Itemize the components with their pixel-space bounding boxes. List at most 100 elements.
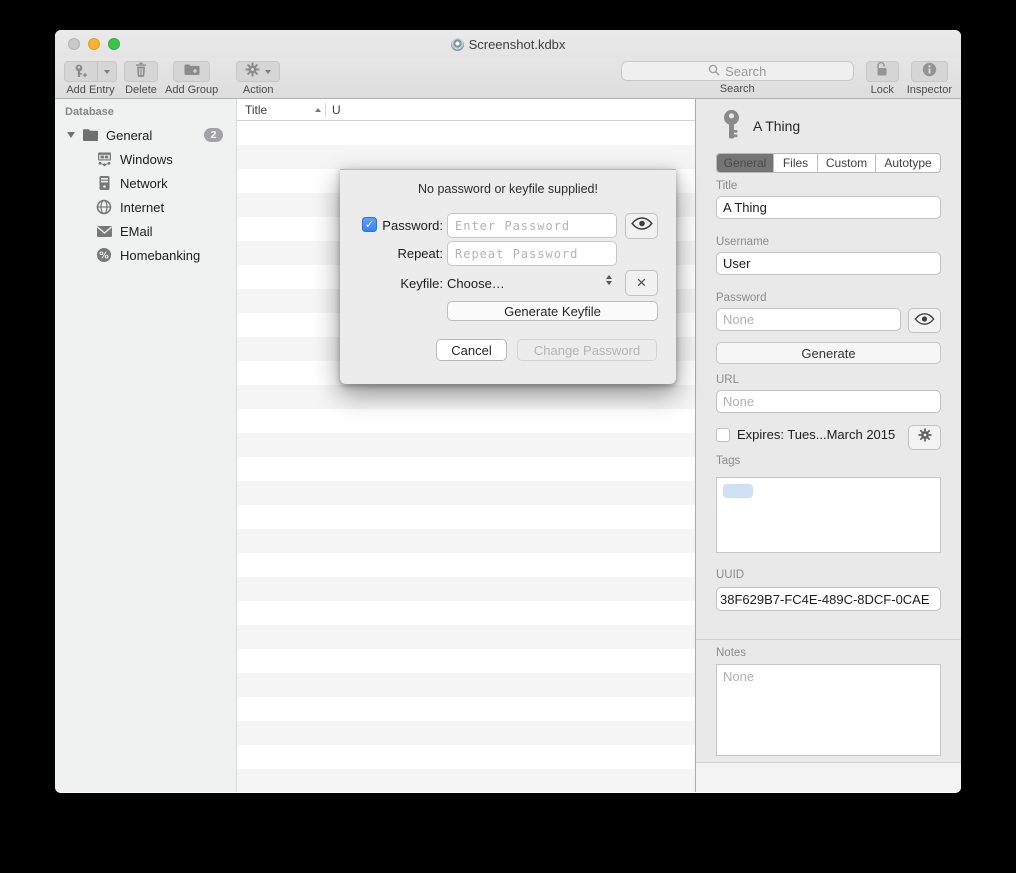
search-icon — [708, 64, 720, 79]
username-field[interactable] — [716, 252, 941, 275]
delete-button[interactable] — [124, 61, 158, 82]
url-field-label: URL — [716, 374, 739, 386]
search-placeholder: Search — [725, 64, 766, 79]
action-button[interactable] — [236, 61, 280, 82]
gear-icon — [918, 428, 932, 447]
action-label: Action — [243, 84, 274, 96]
toolbar-right: Search Search Lock Inspector — [621, 58, 952, 98]
envelope-icon — [95, 222, 113, 240]
inspector-button[interactable] — [911, 61, 948, 82]
sort-ascending-icon — [315, 108, 321, 112]
sidebar-item-internet[interactable]: Internet — [55, 195, 236, 219]
document-icon — [451, 38, 464, 51]
close-x-icon: × — [637, 274, 647, 291]
expires-row: Expires: Tues...March 2015 — [716, 427, 895, 442]
password-field[interactable] — [716, 308, 901, 331]
add-entry-label: Add Entry — [66, 84, 114, 96]
repeat-password-input[interactable] — [447, 241, 617, 266]
username-column-label: U — [332, 103, 341, 117]
tag-token[interactable] — [723, 484, 753, 498]
delete-item: Delete — [124, 61, 158, 98]
globe-icon — [95, 198, 113, 216]
add-entry-dropdown[interactable] — [98, 62, 116, 81]
sidebar: Database General 2 Windows — [55, 99, 237, 792]
reveal-password-button[interactable] — [625, 213, 658, 239]
content-area: Database General 2 Windows — [55, 99, 961, 792]
gear-icon — [245, 62, 260, 82]
username-column-header[interactable]: U — [326, 103, 341, 117]
add-group-button[interactable] — [173, 61, 210, 82]
sidebar-item-homebanking[interactable]: % Homebanking — [55, 243, 236, 267]
keyfile-popup[interactable]: Choose… — [447, 276, 505, 291]
sheet-message: No password or keyfile supplied! — [340, 182, 676, 196]
uuid-label: UUID — [716, 569, 744, 581]
inspector-panel: A Thing General Files Custom Autotype Ti… — [695, 99, 961, 792]
notes-field[interactable] — [716, 664, 941, 756]
eye-icon — [631, 217, 653, 235]
group-label: Windows — [120, 152, 173, 167]
add-entry-item: Add Entry — [64, 61, 117, 98]
folder-icon — [81, 126, 99, 144]
sidebar-item-network[interactable]: Network — [55, 171, 236, 195]
delete-label: Delete — [125, 84, 157, 96]
window-title-area: Screenshot.kdbx — [55, 30, 961, 58]
expires-checkbox[interactable] — [716, 428, 730, 442]
inspector-label: Inspector — [907, 84, 952, 96]
tab-custom[interactable]: Custom — [818, 154, 876, 172]
svg-text:%: % — [99, 250, 109, 261]
group-label: Network — [120, 176, 168, 191]
group-label: Homebanking — [120, 248, 200, 263]
titlebar: Screenshot.kdbx — [55, 30, 961, 58]
enter-password-input[interactable] — [447, 213, 617, 238]
lock-button[interactable] — [866, 61, 899, 82]
window-title: Screenshot.kdbx — [469, 37, 566, 52]
title-field-label: Title — [716, 180, 737, 192]
group-label: Internet — [120, 200, 164, 215]
sidebar-item-general[interactable]: General 2 — [55, 123, 236, 147]
search-input[interactable]: Search — [621, 61, 854, 81]
action-item: Action — [236, 61, 280, 98]
expires-label: Expires: Tues...March 2015 — [737, 427, 895, 442]
trash-icon — [134, 62, 148, 82]
table-header: Title U — [237, 99, 695, 121]
key-plus-icon[interactable] — [65, 62, 98, 81]
tags-field[interactable] — [716, 477, 941, 553]
change-password-sheet: No password or keyfile supplied! ✓ Passw… — [340, 169, 676, 384]
action-chevron-icon — [265, 70, 271, 74]
sidebar-item-windows[interactable]: Windows — [55, 147, 236, 171]
group-tree: General 2 Windows Network — [55, 123, 236, 267]
title-column-header[interactable]: Title — [237, 103, 325, 117]
password-label: Password: — [340, 218, 443, 233]
title-field[interactable] — [716, 196, 941, 219]
url-field[interactable] — [716, 390, 941, 413]
notes-label: Notes — [716, 647, 746, 659]
group-label: General — [106, 128, 152, 143]
change-password-button[interactable]: Change Password — [517, 339, 657, 361]
generate-keyfile-button[interactable]: Generate Keyfile — [447, 301, 658, 321]
reveal-password-button[interactable] — [908, 308, 941, 333]
disclosure-triangle-icon[interactable] — [67, 132, 75, 138]
search-label: Search — [720, 83, 755, 95]
sidebar-item-email[interactable]: EMail — [55, 219, 236, 243]
tab-files[interactable]: Files — [774, 154, 818, 172]
password-field-label: Password — [716, 292, 767, 304]
lock-label: Lock — [871, 84, 894, 96]
add-group-label: Add Group — [165, 84, 218, 96]
clear-keyfile-button[interactable]: × — [625, 270, 658, 296]
add-entry-button[interactable] — [64, 61, 117, 82]
add-group-item: Add Group — [165, 61, 218, 98]
tab-autotype[interactable]: Autotype — [876, 154, 940, 172]
username-field-label: Username — [716, 236, 769, 248]
generate-password-button[interactable]: Generate — [716, 342, 941, 364]
cancel-button[interactable]: Cancel — [436, 339, 507, 361]
server-icon — [95, 174, 113, 192]
title-column-label: Title — [245, 103, 267, 117]
windows-icon — [95, 150, 113, 168]
app-window: Screenshot.kdbx Add Entry Delete — [55, 30, 961, 793]
stepper-icon[interactable] — [606, 275, 612, 285]
tab-general[interactable]: General — [717, 154, 774, 172]
folder-plus-icon — [184, 63, 200, 81]
uuid-field[interactable] — [716, 587, 941, 611]
expires-settings-button[interactable] — [908, 425, 941, 450]
info-icon — [922, 62, 937, 82]
